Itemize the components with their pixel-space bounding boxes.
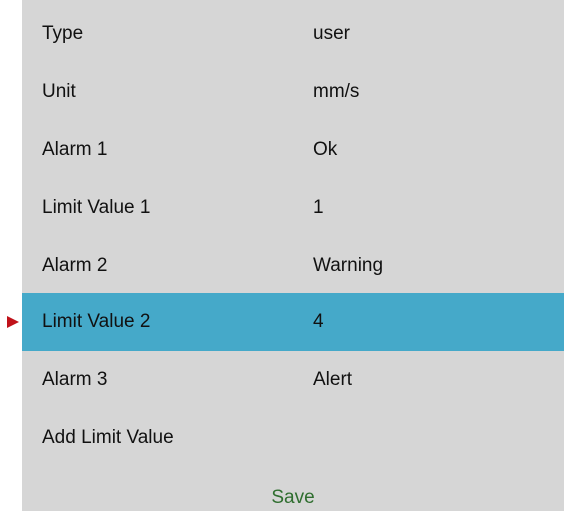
row-value: Warning bbox=[313, 255, 384, 276]
row-value: Alert bbox=[313, 369, 353, 390]
row-label: Alarm 1 bbox=[42, 139, 108, 160]
row-value: 4 bbox=[313, 311, 324, 332]
row-type[interactable]: Type user bbox=[22, 5, 564, 63]
row-value: user bbox=[313, 23, 350, 44]
row-alarm-1[interactable]: Alarm 1 Ok bbox=[22, 121, 564, 179]
row-value: Ok bbox=[313, 139, 338, 160]
row-label: Alarm 2 bbox=[42, 255, 108, 276]
row-label: Add Limit Value bbox=[42, 427, 174, 448]
row-label: Limit Value 2 bbox=[42, 311, 151, 332]
row-label: Unit bbox=[42, 81, 76, 102]
row-label: Limit Value 1 bbox=[42, 197, 151, 218]
row-unit[interactable]: Unit mm/s bbox=[22, 63, 564, 121]
save-button[interactable]: Save bbox=[22, 487, 564, 509]
row-limit-value-1[interactable]: Limit Value 1 1 bbox=[22, 179, 564, 237]
row-value: mm/s bbox=[313, 81, 360, 102]
row-alarm-2[interactable]: Alarm 2 Warning bbox=[22, 237, 564, 295]
row-add-limit-value[interactable]: Add Limit Value bbox=[22, 409, 564, 467]
row-value: 1 bbox=[313, 197, 324, 218]
row-alarm-3[interactable]: Alarm 3 Alert bbox=[22, 351, 564, 409]
row-limit-value-2[interactable]: Limit Value 2 4 bbox=[22, 293, 564, 351]
row-label: Type bbox=[42, 23, 84, 44]
settings-panel: Type user Unit mm/s Alarm 1 Ok Limit Val… bbox=[22, 0, 564, 511]
row-label: Alarm 3 bbox=[42, 369, 108, 390]
selection-pointer-icon bbox=[7, 316, 19, 328]
